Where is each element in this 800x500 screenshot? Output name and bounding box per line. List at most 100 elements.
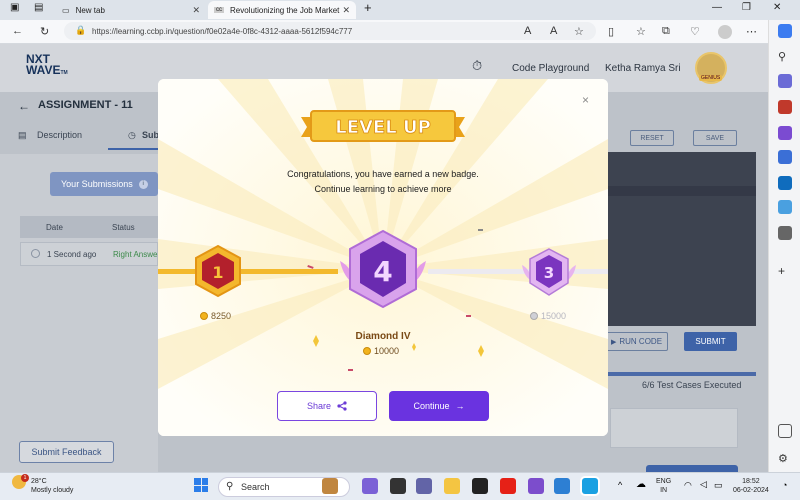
- cloud-icon[interactable]: ☁: [636, 479, 646, 490]
- collections-icon[interactable]: ⧉: [662, 25, 670, 38]
- save-button[interactable]: SAVE: [693, 130, 737, 146]
- tab-favicon-icon: cc: [214, 7, 224, 13]
- code-editor[interactable]: [608, 152, 756, 326]
- your-submissions-button[interactable]: Your Submissions i: [50, 172, 158, 196]
- close-icon[interactable]: ✕: [192, 5, 200, 16]
- maximize-icon[interactable]: ❐: [742, 2, 751, 13]
- badge-level-number: 4: [373, 255, 392, 288]
- badge-level-1: 1: [195, 244, 241, 298]
- avatar[interactable]: GENIUS: [695, 52, 727, 84]
- search-label: Search: [241, 482, 270, 492]
- stopwatch-icon[interactable]: ⏱: [472, 58, 482, 74]
- read-aloud-icon[interactable]: A: [524, 25, 531, 37]
- run-code-label: RUN CODE: [619, 337, 663, 346]
- browser-tab-active[interactable]: cc Revolutionizing the Job Market | ✕: [208, 1, 356, 19]
- youtube-icon[interactable]: [500, 478, 516, 494]
- profile-avatar-icon[interactable]: [718, 25, 732, 39]
- tab-submissions[interactable]: Sub: [142, 130, 159, 140]
- coins-value: 15000: [541, 311, 567, 321]
- todo-icon[interactable]: [554, 478, 570, 494]
- games-icon[interactable]: [778, 126, 792, 140]
- nxtwave-logo[interactable]: NXT WAVETM: [26, 53, 68, 79]
- volume-icon[interactable]: ◁: [700, 479, 707, 490]
- notifications-icon[interactable]: ◔: [782, 480, 787, 490]
- split-screen-icon[interactable]: ▯: [608, 25, 614, 38]
- arrow-right-icon: →: [455, 401, 465, 411]
- close-icon[interactable]: ×: [582, 93, 589, 107]
- output-box: [610, 408, 738, 448]
- battery-icon[interactable]: ▭: [714, 480, 723, 491]
- more-menu-icon[interactable]: ⋯: [746, 25, 757, 38]
- coins-value: 8250: [211, 311, 232, 321]
- lock-icon: 🔒: [75, 25, 87, 35]
- clock-date: 06-02-2024: [733, 487, 769, 494]
- sidebar-layout-icon[interactable]: [778, 424, 792, 438]
- refresh-icon[interactable]: ↻: [40, 25, 49, 38]
- lang-primary: ENG: [656, 478, 672, 485]
- info-icon[interactable]: i: [138, 179, 148, 189]
- reset-button[interactable]: RESET: [630, 130, 674, 146]
- favorites-icon[interactable]: ☆: [636, 25, 646, 38]
- teams-icon[interactable]: [416, 478, 432, 494]
- edge-icon[interactable]: [582, 478, 598, 494]
- terminal-icon[interactable]: [472, 478, 488, 494]
- file-explorer-icon[interactable]: [444, 478, 460, 494]
- submission-date: 1 Second ago: [47, 250, 97, 259]
- search-icon[interactable]: ⚲: [778, 50, 792, 64]
- system-clock[interactable]: 18:52 06-02-2024: [733, 477, 769, 495]
- tag-icon[interactable]: [778, 74, 792, 88]
- window-close-icon[interactable]: ✕: [773, 2, 781, 13]
- browser-tab-bar: ▣ ▤ ▭ New tab ✕ cc Revolutionizing the J…: [0, 0, 800, 20]
- tab-actions-icon[interactable]: ▤: [34, 2, 43, 13]
- settings-gear-icon[interactable]: ⚙: [778, 452, 792, 466]
- radio-icon[interactable]: [31, 249, 40, 258]
- copilot-icon[interactable]: [362, 478, 378, 494]
- edge-sidebar: ⚲ + ⚙: [768, 20, 800, 472]
- submission-status: Right Answe: [113, 250, 158, 259]
- add-icon[interactable]: +: [778, 264, 792, 278]
- table-row[interactable]: 1 Second ago Right Answe: [20, 242, 158, 266]
- windows-start-icon[interactable]: [194, 478, 208, 492]
- user-name[interactable]: Ketha Ramya Sri: [605, 63, 681, 74]
- tools-icon[interactable]: [778, 100, 792, 114]
- share-icon: [337, 401, 347, 411]
- close-icon[interactable]: ✕: [342, 5, 350, 16]
- back-arrow-icon[interactable]: ←: [18, 99, 30, 113]
- code-playground-link[interactable]: Code Playground: [512, 63, 589, 74]
- extensions-icon[interactable]: ♡: [690, 25, 700, 38]
- badge-4-coins: 10000: [363, 346, 399, 356]
- app-icon[interactable]: [528, 478, 544, 494]
- back-icon[interactable]: ←: [12, 25, 23, 37]
- column-header: Date: [46, 223, 63, 232]
- coin-icon: [530, 312, 538, 320]
- coin-icon: [200, 312, 208, 320]
- your-submissions-label: Your Submissions: [61, 179, 133, 189]
- url-field[interactable]: 🔒 https://learning.ccbp.in/question/f0e0…: [64, 22, 596, 40]
- chevron-up-icon[interactable]: ^: [618, 480, 622, 490]
- tab-description[interactable]: Description: [37, 130, 82, 140]
- search-icon: ⚲: [226, 481, 234, 492]
- submit-button[interactable]: SUBMIT: [684, 332, 737, 351]
- share-button[interactable]: Share: [277, 391, 377, 421]
- immersive-reader-icon[interactable]: A: [550, 25, 557, 37]
- task-view-icon[interactable]: [390, 478, 406, 494]
- minimize-icon[interactable]: —: [712, 2, 722, 13]
- wifi-icon[interactable]: ◠: [684, 480, 692, 491]
- weather-widget[interactable]: 28°C Mostly cloudy: [31, 477, 73, 495]
- coin-icon: [363, 347, 371, 355]
- copilot-icon[interactable]: [778, 24, 792, 38]
- favorite-star-icon[interactable]: ☆: [574, 25, 584, 38]
- outlook-icon[interactable]: [778, 176, 792, 190]
- new-tab-icon[interactable]: +: [364, 0, 372, 15]
- drop-icon[interactable]: [778, 200, 792, 214]
- lang-region: IN: [660, 487, 668, 494]
- continue-button[interactable]: Continue →: [389, 391, 489, 421]
- news-icon[interactable]: [778, 226, 792, 240]
- search-highlight-icon[interactable]: [322, 478, 338, 494]
- language-indicator[interactable]: ENG IN: [656, 477, 671, 495]
- run-code-button[interactable]: ▶ RUN CODE: [605, 332, 668, 351]
- submit-feedback-button[interactable]: Submit Feedback: [19, 441, 114, 463]
- browser-tab-new-tab[interactable]: ▭ New tab ✕: [56, 1, 206, 19]
- profile-icon[interactable]: ▣: [10, 2, 19, 13]
- office-icon[interactable]: [778, 150, 792, 164]
